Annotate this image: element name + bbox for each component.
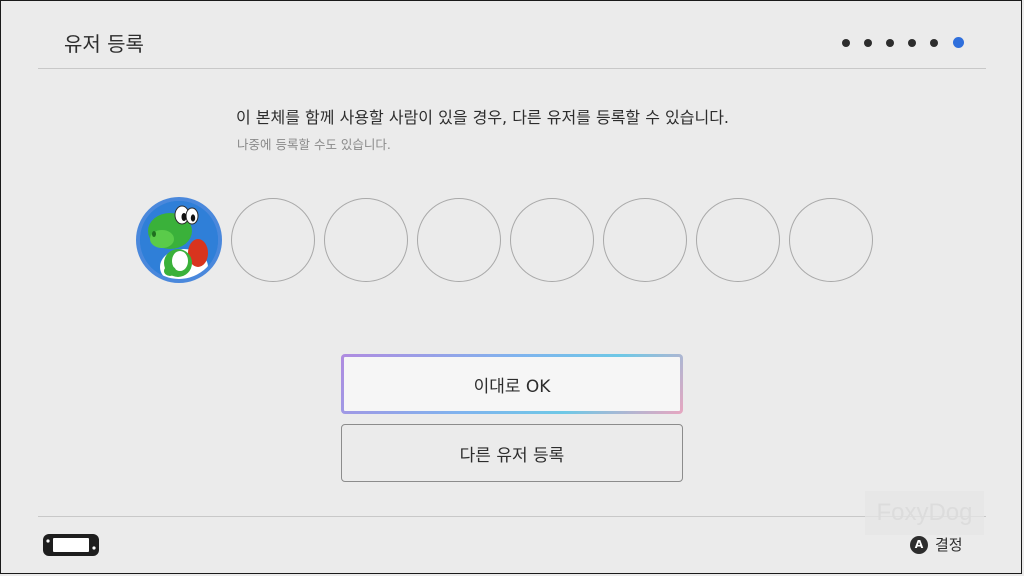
add-user-button-label: 다른 유저 등록 bbox=[459, 445, 565, 466]
progress-dot bbox=[908, 38, 916, 47]
page-title: 유저 등록 bbox=[64, 32, 144, 56]
progress-dot-current bbox=[953, 37, 964, 48]
switch-console-icon bbox=[42, 532, 100, 562]
description-main: 이 본체를 함께 사용할 사람이 있을 경우, 다른 유저를 등록할 수 있습니… bbox=[236, 108, 729, 127]
empty-user-slot bbox=[324, 198, 408, 282]
empty-user-slot bbox=[417, 198, 501, 282]
watermark: FoxyDog bbox=[865, 491, 984, 535]
ok-button[interactable]: 이대로 OK bbox=[341, 354, 683, 414]
empty-user-slot bbox=[510, 198, 594, 282]
ok-button-label: 이대로 OK bbox=[473, 376, 551, 397]
progress-dot bbox=[842, 38, 850, 47]
user-slots bbox=[136, 197, 873, 283]
description-sub: 나중에 등록할 수도 있습니다. bbox=[237, 137, 391, 152]
screen-frame bbox=[0, 0, 1022, 574]
progress-dot bbox=[930, 38, 938, 47]
yoshi-avatar-icon bbox=[140, 201, 218, 279]
empty-user-slot bbox=[603, 198, 687, 282]
progress-dot bbox=[886, 38, 894, 47]
empty-user-slot bbox=[231, 198, 315, 282]
empty-user-slot bbox=[789, 198, 873, 282]
confirm-label: 결정 bbox=[935, 536, 963, 554]
empty-user-slot bbox=[696, 198, 780, 282]
user-avatar-slot[interactable] bbox=[136, 197, 222, 283]
a-button-icon: A bbox=[910, 535, 928, 554]
progress-dots bbox=[842, 37, 964, 48]
footer-divider bbox=[38, 516, 986, 517]
add-user-button[interactable]: 다른 유저 등록 bbox=[341, 424, 683, 482]
confirm-hint[interactable]: A 결정 bbox=[910, 534, 963, 555]
progress-dot bbox=[864, 38, 872, 47]
header: 유저 등록 bbox=[38, 0, 986, 69]
